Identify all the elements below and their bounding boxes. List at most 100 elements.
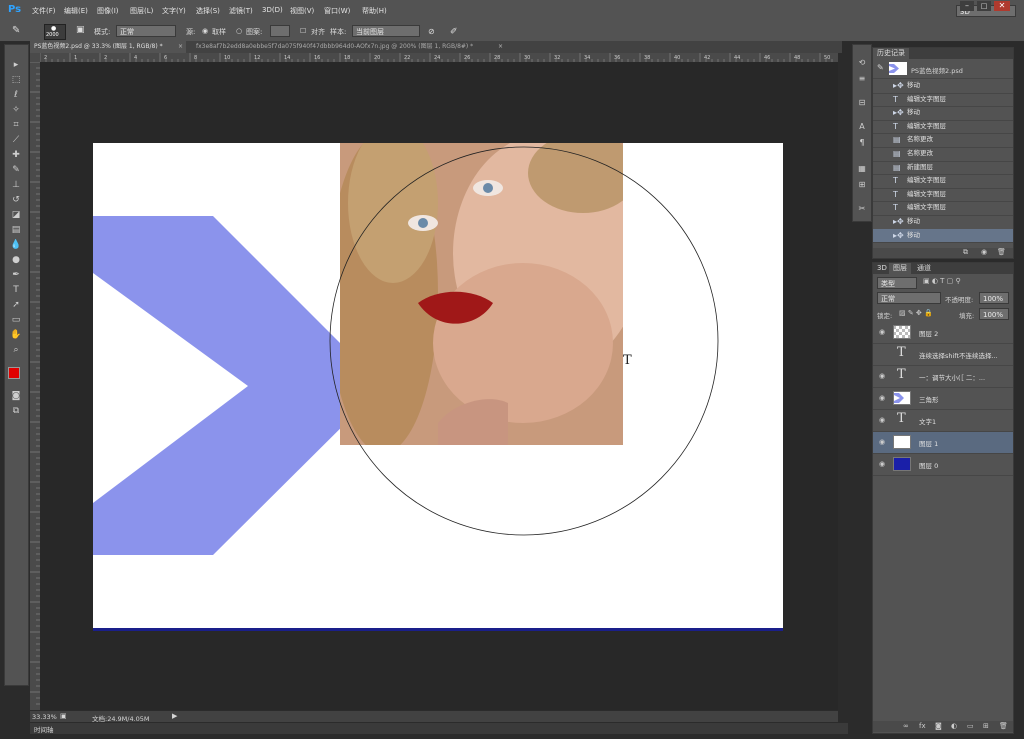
link-layers-icon[interactable]: ∞ xyxy=(903,722,909,730)
filter-icons[interactable]: ▣ ◐ T ▢ ⚲ xyxy=(923,277,961,285)
aligned-checkbox[interactable]: ☐ xyxy=(300,27,306,35)
rectangle-tool-icon[interactable]: ▭ xyxy=(9,314,23,327)
layer-row[interactable]: ◉ 图层 1 xyxy=(873,432,1013,454)
ignore-adjustment-icon[interactable]: ⊘ xyxy=(428,27,435,36)
history-item[interactable]: T 编辑文字图层 xyxy=(873,188,1013,203)
history-brush-tool-icon[interactable]: ↺ xyxy=(9,194,23,207)
delete-layer-icon[interactable]: 🗑 xyxy=(999,722,1008,730)
camera-icon[interactable]: ◉ xyxy=(981,248,987,256)
quick-mask-icon[interactable]: ◙ xyxy=(9,390,23,403)
maximize-icon[interactable]: □ xyxy=(977,1,991,11)
trash-icon[interactable]: 🗑 xyxy=(997,248,1006,256)
pen-tool-icon[interactable]: ✒ xyxy=(9,269,23,282)
history-item[interactable]: ▸✥ 移动 xyxy=(873,228,1013,244)
brush-tool-icon[interactable]: ✎ xyxy=(9,164,23,177)
gradient-tool-icon[interactable]: ▤ xyxy=(9,224,23,237)
status-menu-arrow-icon[interactable]: ▶ xyxy=(172,712,177,720)
close-icon[interactable]: ✕ xyxy=(994,1,1010,11)
layer-row[interactable]: ◉ 图层 0 xyxy=(873,454,1013,476)
path-select-tool-icon[interactable]: ➚ xyxy=(9,299,23,312)
tool-presets-icon[interactable]: ✂ xyxy=(856,203,868,215)
history-item[interactable]: ▸✥ 移动 xyxy=(873,106,1013,121)
add-mask-icon[interactable]: ◙ xyxy=(935,722,942,730)
minimize-icon[interactable]: – xyxy=(960,1,974,11)
tab-channels[interactable]: 通道 xyxy=(913,263,935,274)
source-pattern-radio[interactable]: ○ xyxy=(236,27,242,35)
dodge-tool-icon[interactable]: ● xyxy=(9,254,23,267)
eraser-tool-icon[interactable]: ◪ xyxy=(9,209,23,222)
menu-item[interactable]: 文字(Y) xyxy=(162,6,186,16)
visibility-eye-icon[interactable]: ◉ xyxy=(879,328,889,336)
sample-select[interactable]: 当前图层 xyxy=(352,25,420,37)
visibility-eye-icon[interactable]: ◉ xyxy=(879,416,889,424)
menu-item[interactable]: 窗口(W) xyxy=(324,6,350,16)
source-sampled-radio[interactable]: ◉ xyxy=(202,27,208,35)
visibility-eye-icon[interactable]: ◉ xyxy=(879,438,889,446)
history-item[interactable]: ▸✥ 移动 xyxy=(873,215,1013,230)
group-folder-icon[interactable]: ▭ xyxy=(967,722,974,730)
adjustments-panel-icon[interactable]: ≡ xyxy=(856,73,868,85)
tab-close-icon[interactable]: × xyxy=(498,43,503,50)
new-document-from-state-icon[interactable]: ⧉ xyxy=(963,248,968,257)
brush-tool-icon[interactable]: ✎ xyxy=(12,25,20,36)
properties-panel-icon[interactable]: ⊞ xyxy=(856,179,868,191)
clone-stamp-tool-icon[interactable]: ⊥ xyxy=(9,179,23,192)
layer-row[interactable]: ◉ T 一：调节大小(［ 二：... xyxy=(873,366,1013,388)
blur-tool-icon[interactable]: 💧 xyxy=(9,239,23,252)
marquee-tool-icon[interactable]: ⬚ xyxy=(9,74,23,87)
layer-style-icon[interactable]: fx xyxy=(919,722,926,730)
foreground-color-swatch[interactable] xyxy=(8,367,20,379)
pattern-picker[interactable] xyxy=(270,25,290,37)
swatches-panel-icon[interactable]: ▦ xyxy=(856,163,868,175)
zoom-tool-icon[interactable]: ⌕ xyxy=(9,344,23,357)
layer-filter-select[interactable]: 类型 xyxy=(877,277,917,289)
blend-mode-select[interactable]: 正常 xyxy=(877,292,941,304)
menu-item[interactable]: 帮助(H) xyxy=(362,6,387,16)
tab-document-1[interactable]: PS蓝色视频2.psd @ 33.3% (图层 1, RGB/8) * xyxy=(30,41,186,53)
layer-row[interactable]: ◉ 图层 2 xyxy=(873,322,1013,344)
new-layer-icon[interactable]: ⊞ xyxy=(983,722,989,730)
zoom-level[interactable]: 33.33% xyxy=(32,713,57,721)
layer-row[interactable]: ◉ T 文字1 xyxy=(873,410,1013,432)
visibility-eye-icon[interactable]: ◉ xyxy=(879,372,889,380)
menu-item[interactable]: 图层(L) xyxy=(130,6,153,16)
brush-panel-icon[interactable]: ▣ xyxy=(76,25,85,35)
menu-item[interactable]: 编辑(E) xyxy=(64,6,88,16)
layer-row[interactable]: ◉ 三角形 xyxy=(873,388,1013,410)
menu-item[interactable]: 文件(F) xyxy=(32,6,56,16)
crop-tool-icon[interactable]: ⌗ xyxy=(9,119,23,132)
eyedropper-tool-icon[interactable]: ⟋ xyxy=(9,134,23,147)
type-tool-icon[interactable]: T xyxy=(9,284,23,297)
tab-history[interactable]: 历史记录 xyxy=(873,48,909,59)
history-item[interactable]: ▤ 新建图层 xyxy=(873,161,1013,176)
history-item[interactable]: ▤ 名称更改 xyxy=(873,147,1013,162)
mode-select[interactable]: 正常 xyxy=(116,25,176,37)
history-item[interactable]: T 编辑文字图层 xyxy=(873,174,1013,189)
status-icon[interactable]: ▣ xyxy=(60,712,67,720)
timeline-tab[interactable]: 时间轴 xyxy=(34,724,54,734)
brush-preset-picker[interactable]: ● 2000 xyxy=(44,24,66,40)
menu-item[interactable]: 选择(S) xyxy=(196,6,220,16)
hand-tool-icon[interactable]: ✋ xyxy=(9,329,23,342)
move-tool-icon[interactable]: ▸ xyxy=(9,59,23,72)
visibility-eye-icon[interactable]: ◉ xyxy=(879,394,889,402)
menu-item[interactable]: 视图(V) xyxy=(290,6,314,16)
history-panel-icon[interactable]: ⟲ xyxy=(856,57,868,69)
history-item[interactable]: T 编辑文字图层 xyxy=(873,93,1013,108)
opacity-input[interactable]: 100% xyxy=(979,292,1009,304)
menu-item[interactable]: 滤镜(T) xyxy=(229,6,253,16)
pressure-icon[interactable]: ✐ xyxy=(450,27,458,37)
healing-tool-icon[interactable]: ✚ xyxy=(9,149,23,162)
paragraph-panel-icon[interactable]: ⊟ xyxy=(856,97,868,109)
screen-mode-icon[interactable]: ⧉ xyxy=(9,405,23,418)
lasso-tool-icon[interactable]: ℓ xyxy=(9,89,23,102)
adjustment-layer-icon[interactable]: ◐ xyxy=(951,722,957,730)
lock-icons[interactable]: ▨ ✎ ✥ 🔒 xyxy=(899,309,933,317)
history-item[interactable]: ▤ 名称更改 xyxy=(873,133,1013,148)
tab-layers[interactable]: 图层 xyxy=(889,263,911,274)
history-item[interactable]: ▸✥ 移动 xyxy=(873,79,1013,94)
pilcrow-icon[interactable]: ¶ xyxy=(856,137,868,149)
quick-select-tool-icon[interactable]: ✧ xyxy=(9,104,23,117)
document-canvas[interactable]: P T xyxy=(93,143,783,630)
tab-document-2[interactable]: fx3e8af7b2edd8a0ebbe5f7da075f940f47dbbb9… xyxy=(192,41,502,53)
